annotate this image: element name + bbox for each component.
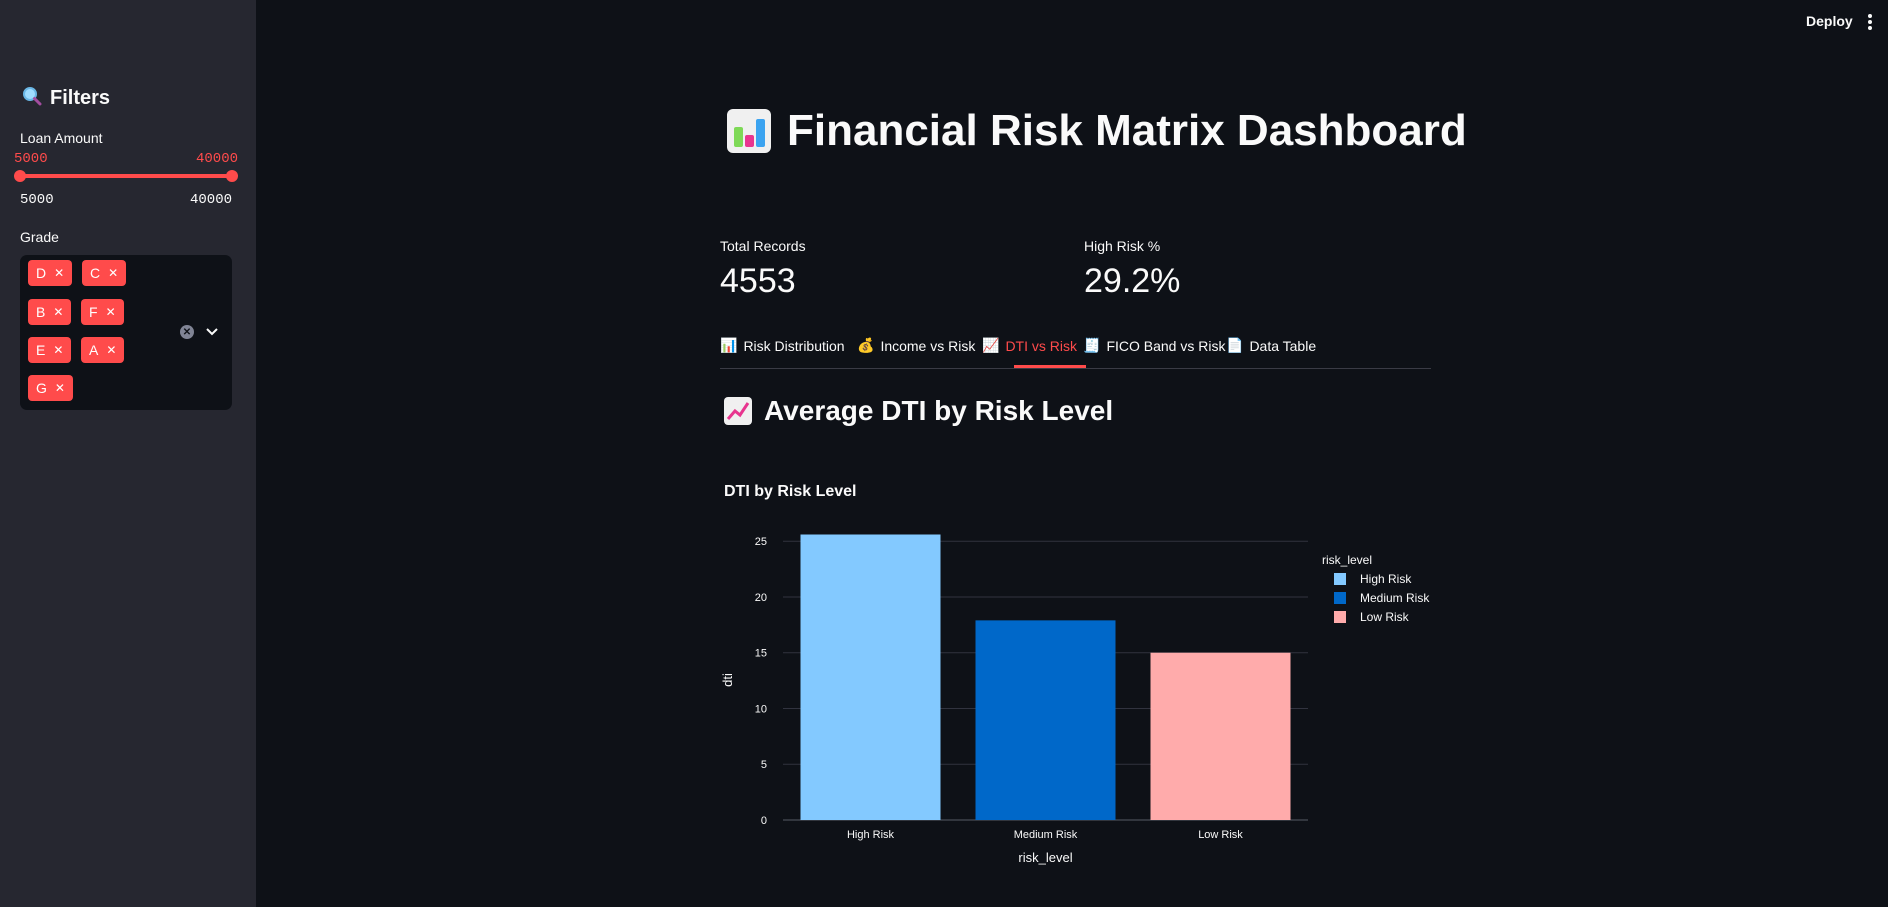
grade-chip-label: A xyxy=(89,342,99,358)
bar-medium-risk xyxy=(975,620,1116,820)
remove-chip-icon[interactable]: ✕ xyxy=(54,266,64,280)
page-title-row: Financial Risk Matrix Dashboard xyxy=(727,106,1467,156)
tab-label: FICO Band vs Risk xyxy=(1106,337,1226,354)
grade-chip-e[interactable]: E ✕ xyxy=(28,337,72,363)
y-axis-label: dti xyxy=(720,673,735,687)
metric-total-records-value: 4553 xyxy=(720,262,796,300)
tab-data-table[interactable]: 📄 Data Table xyxy=(1226,337,1316,354)
remove-chip-icon[interactable]: ✕ xyxy=(53,305,63,319)
grade-chip-label: E xyxy=(36,342,46,358)
grade-chip-label: G xyxy=(36,380,47,396)
deploy-button[interactable]: Deploy xyxy=(1806,13,1853,29)
tab-label: Risk Distribution xyxy=(743,337,845,354)
tab-label: Data Table xyxy=(1249,337,1317,354)
x-tick-label: Medium Risk xyxy=(1014,829,1078,841)
legend-item-high-risk[interactable]: High Risk xyxy=(1334,572,1411,586)
bar-low-risk xyxy=(1150,652,1291,820)
receipt-icon: 🧾 xyxy=(1083,337,1101,353)
grade-chip-f[interactable]: F ✕ xyxy=(81,299,124,325)
grade-chip-label: B xyxy=(36,304,46,320)
grade-chip-label: C xyxy=(90,265,101,281)
remove-chip-icon[interactable]: ✕ xyxy=(106,343,116,357)
tab-risk-distribution[interactable]: 📊 Risk Distribution xyxy=(720,337,845,354)
y-tick-label: 5 xyxy=(761,759,767,771)
y-tick-label: 10 xyxy=(755,703,767,715)
active-tab-indicator xyxy=(1014,365,1086,368)
loan-amount-selected-max: 40000 xyxy=(196,151,239,167)
tab-label: DTI vs Risk xyxy=(1005,337,1077,354)
dti-bar-chart: 0 5 10 15 20 25 High Risk Medium Risk Low Risk ri… xyxy=(720,534,1308,865)
y-tick-label: 0 xyxy=(761,815,767,827)
sidebar: Filters Loan Amount 5000 40000 5000 4000… xyxy=(0,0,256,907)
tab-fico-band-vs-risk[interactable]: 🧾 FICO Band vs Risk xyxy=(1083,337,1225,354)
loan-amount-slider-min-handle[interactable] xyxy=(14,170,26,182)
chevron-down-icon[interactable] xyxy=(204,323,220,339)
loan-amount-range-max: 40000 xyxy=(190,192,233,208)
tab-bar: 📊 Risk Distribution 💰 Income vs Risk 📈 D… xyxy=(720,331,1431,369)
legend-label: Low Risk xyxy=(1360,610,1409,624)
loan-amount-slider-max-handle[interactable] xyxy=(226,170,238,182)
legend-swatch xyxy=(1334,592,1346,604)
remove-chip-icon[interactable]: ✕ xyxy=(106,305,116,319)
clear-all-icon[interactable]: ✕ xyxy=(180,325,194,339)
chart-title: DTI by Risk Level xyxy=(724,483,857,500)
grade-chip-label: F xyxy=(89,304,98,320)
x-tick-label: Low Risk xyxy=(1198,829,1243,841)
grade-chip-label: D xyxy=(36,265,47,281)
metric-total-records-label: Total Records xyxy=(720,238,806,254)
filters-title: Filters xyxy=(50,87,111,109)
main-menu-icon[interactable] xyxy=(1868,14,1872,30)
grade-chip-c[interactable]: C ✕ xyxy=(82,260,127,286)
section-title-row: Average DTI by Risk Level xyxy=(724,395,1113,427)
legend-label: High Risk xyxy=(1360,572,1412,586)
grade-multiselect[interactable]: D ✕ C ✕ B ✕ F ✕ E ✕ A ✕ G ✕ ✕ xyxy=(20,255,232,410)
legend-swatch xyxy=(1334,611,1346,623)
y-tick-label: 20 xyxy=(755,592,767,604)
tab-dti-vs-risk[interactable]: 📈 DTI vs Risk xyxy=(982,337,1077,354)
metric-high-risk-label: High Risk % xyxy=(1084,238,1161,254)
trend-up-icon xyxy=(724,397,752,425)
loan-amount-range-min: 5000 xyxy=(20,192,54,208)
grade-label: Grade xyxy=(20,229,59,245)
tab-label: Income vs Risk xyxy=(880,337,976,354)
loan-amount-label: Loan Amount xyxy=(20,130,103,146)
tab-income-vs-risk[interactable]: 💰 Income vs Risk xyxy=(857,337,975,354)
remove-chip-icon[interactable]: ✕ xyxy=(55,381,65,395)
legend-title: risk_level xyxy=(1322,553,1373,567)
y-tick-label: 15 xyxy=(755,648,767,660)
page-title: Financial Risk Matrix Dashboard xyxy=(787,106,1467,155)
remove-chip-icon[interactable]: ✕ xyxy=(53,343,63,357)
magnifier-icon xyxy=(22,86,42,111)
legend-item-low-risk[interactable]: Low Risk xyxy=(1334,610,1409,624)
money-bag-icon: 💰 xyxy=(857,337,875,353)
metric-high-risk-value: 29.2% xyxy=(1084,262,1181,300)
remove-chip-icon[interactable]: ✕ xyxy=(108,266,118,280)
section-title: Average DTI by Risk Level xyxy=(764,395,1114,426)
grade-chip-g[interactable]: G ✕ xyxy=(28,375,73,401)
grade-chip-b[interactable]: B ✕ xyxy=(28,299,72,325)
y-tick-label: 25 xyxy=(755,536,767,548)
filters-heading: Filters xyxy=(22,86,110,111)
loan-amount-slider-track[interactable] xyxy=(20,174,232,178)
legend-label: Medium Risk xyxy=(1360,591,1430,605)
x-axis-label: risk_level xyxy=(1018,850,1072,865)
grade-chip-d[interactable]: D ✕ xyxy=(28,260,73,286)
grade-chip-a[interactable]: A ✕ xyxy=(81,337,125,363)
legend-swatch xyxy=(1334,573,1346,585)
bar-high-risk xyxy=(800,534,941,820)
legend-item-medium-risk[interactable]: Medium Risk xyxy=(1334,591,1429,605)
loan-amount-selected-min: 5000 xyxy=(14,151,48,167)
bar-chart-icon xyxy=(727,109,771,153)
x-tick-label: High Risk xyxy=(847,829,895,841)
bar-chart-icon: 📊 xyxy=(720,337,738,353)
document-icon: 📄 xyxy=(1226,337,1244,353)
trend-up-icon: 📈 xyxy=(982,337,1000,353)
